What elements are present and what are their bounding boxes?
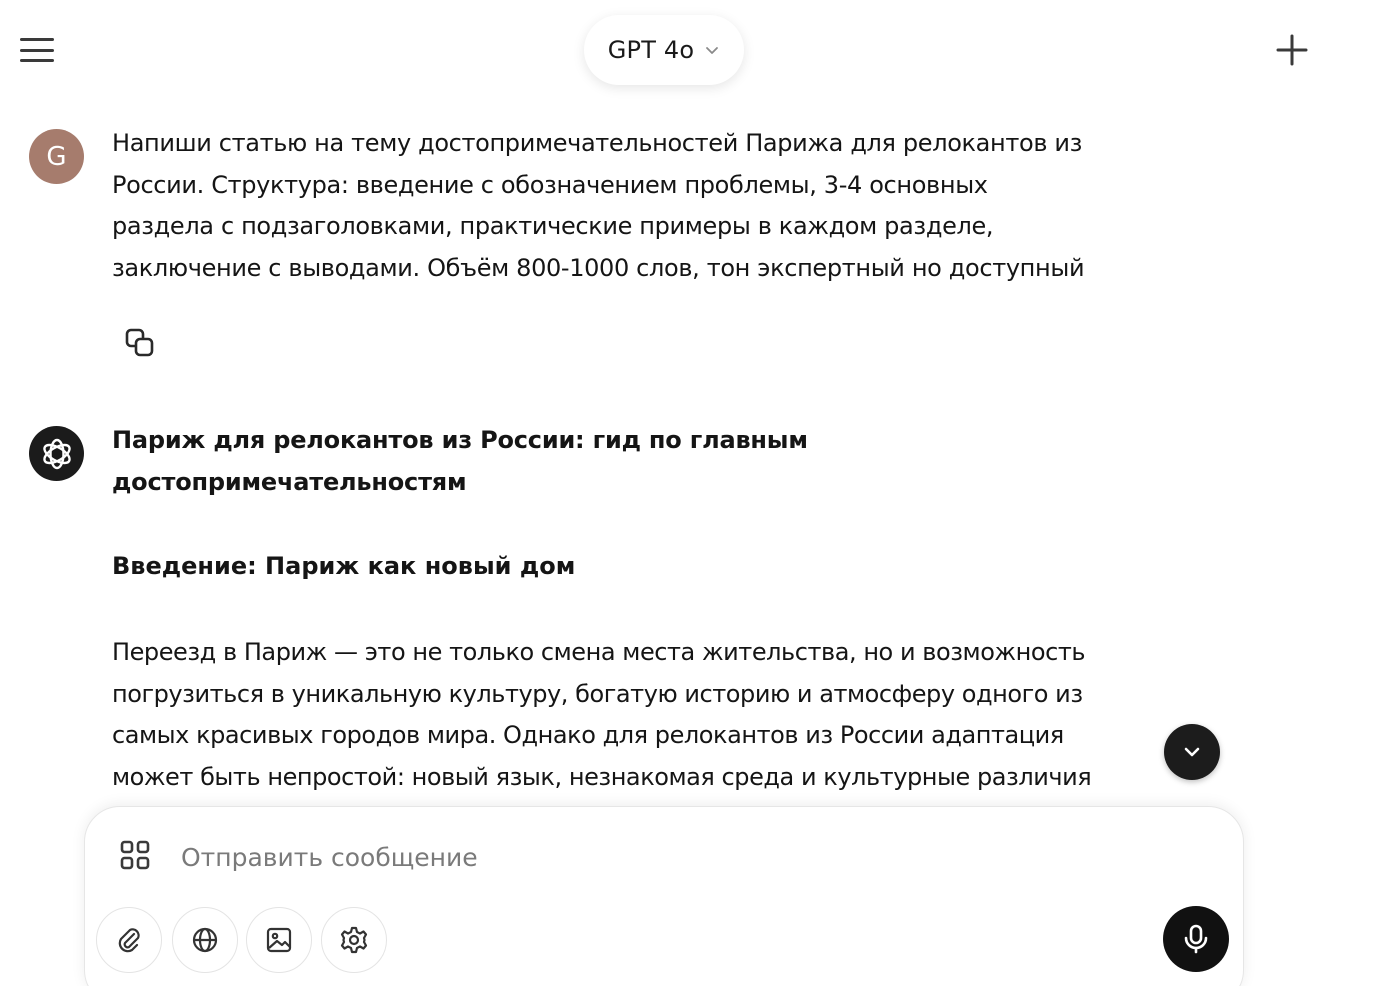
tools-button[interactable] xyxy=(321,907,387,973)
user-avatar: G xyxy=(29,129,84,184)
message-composer xyxy=(84,806,1244,986)
user-message: Напиши статью на тему достопримечательно… xyxy=(112,123,1182,289)
user-message-line: заключение с выводами. Объём 800-1000 сл… xyxy=(112,253,1085,282)
assistant-section-heading: Введение: Париж как новый дом xyxy=(112,552,576,580)
assistant-paragraph-line: погрузиться в уникальную культуру, богат… xyxy=(112,679,1083,708)
menu-button[interactable] xyxy=(20,38,54,62)
web-search-button[interactable] xyxy=(172,907,238,973)
image-icon xyxy=(266,927,292,953)
attach-button[interactable] xyxy=(96,907,162,973)
model-selector[interactable]: GPT 4o xyxy=(584,15,744,85)
openai-logo-icon xyxy=(42,438,71,469)
globe-icon xyxy=(192,927,218,953)
voice-input-button[interactable] xyxy=(1163,906,1229,972)
user-message-line: Напиши статью на тему достопримечательно… xyxy=(112,129,1083,157)
hamburger-menu-icon-bar xyxy=(20,48,54,52)
paperclip-icon xyxy=(118,928,140,953)
scroll-down-button[interactable] xyxy=(1164,724,1220,780)
microphone-icon xyxy=(1184,924,1208,954)
user-message-line: раздела с подзаголовками, практические п… xyxy=(112,212,994,240)
user-avatar-initial: G xyxy=(46,141,67,172)
new-chat-plus-icon[interactable] xyxy=(1272,30,1312,70)
copy-icon[interactable] xyxy=(120,323,160,363)
assistant-paragraph-line: самых красивых городов мира. Однако для … xyxy=(112,721,1064,749)
chevron-down-icon xyxy=(1184,747,1200,757)
chat-page: GPT 4o G Напиши статью на тему достоприм… xyxy=(0,0,1374,986)
model-name: GPT 4o xyxy=(607,36,695,64)
assistant-paragraph-line: может быть непростой: новый язык, незнак… xyxy=(112,762,1092,791)
image-button[interactable] xyxy=(246,907,312,973)
chevron-down-icon xyxy=(706,47,719,54)
assistant-intro-paragraph: Переезд в Париж — это не только смена ме… xyxy=(112,632,1182,798)
user-message-line: России. Структура: введение с обозначени… xyxy=(112,170,988,199)
message-input[interactable] xyxy=(181,837,981,877)
gear-icon xyxy=(340,926,368,954)
assistant-avatar xyxy=(29,426,84,481)
hamburger-menu-icon-bar xyxy=(20,59,54,62)
hamburger-menu-icon xyxy=(20,38,54,41)
assistant-article-title: Париж для релокантов из России: гид по г… xyxy=(112,426,808,496)
assistant-paragraph-line: Переезд в Париж — это не только смена ме… xyxy=(112,638,1086,666)
apps-grid-icon[interactable] xyxy=(119,839,151,871)
